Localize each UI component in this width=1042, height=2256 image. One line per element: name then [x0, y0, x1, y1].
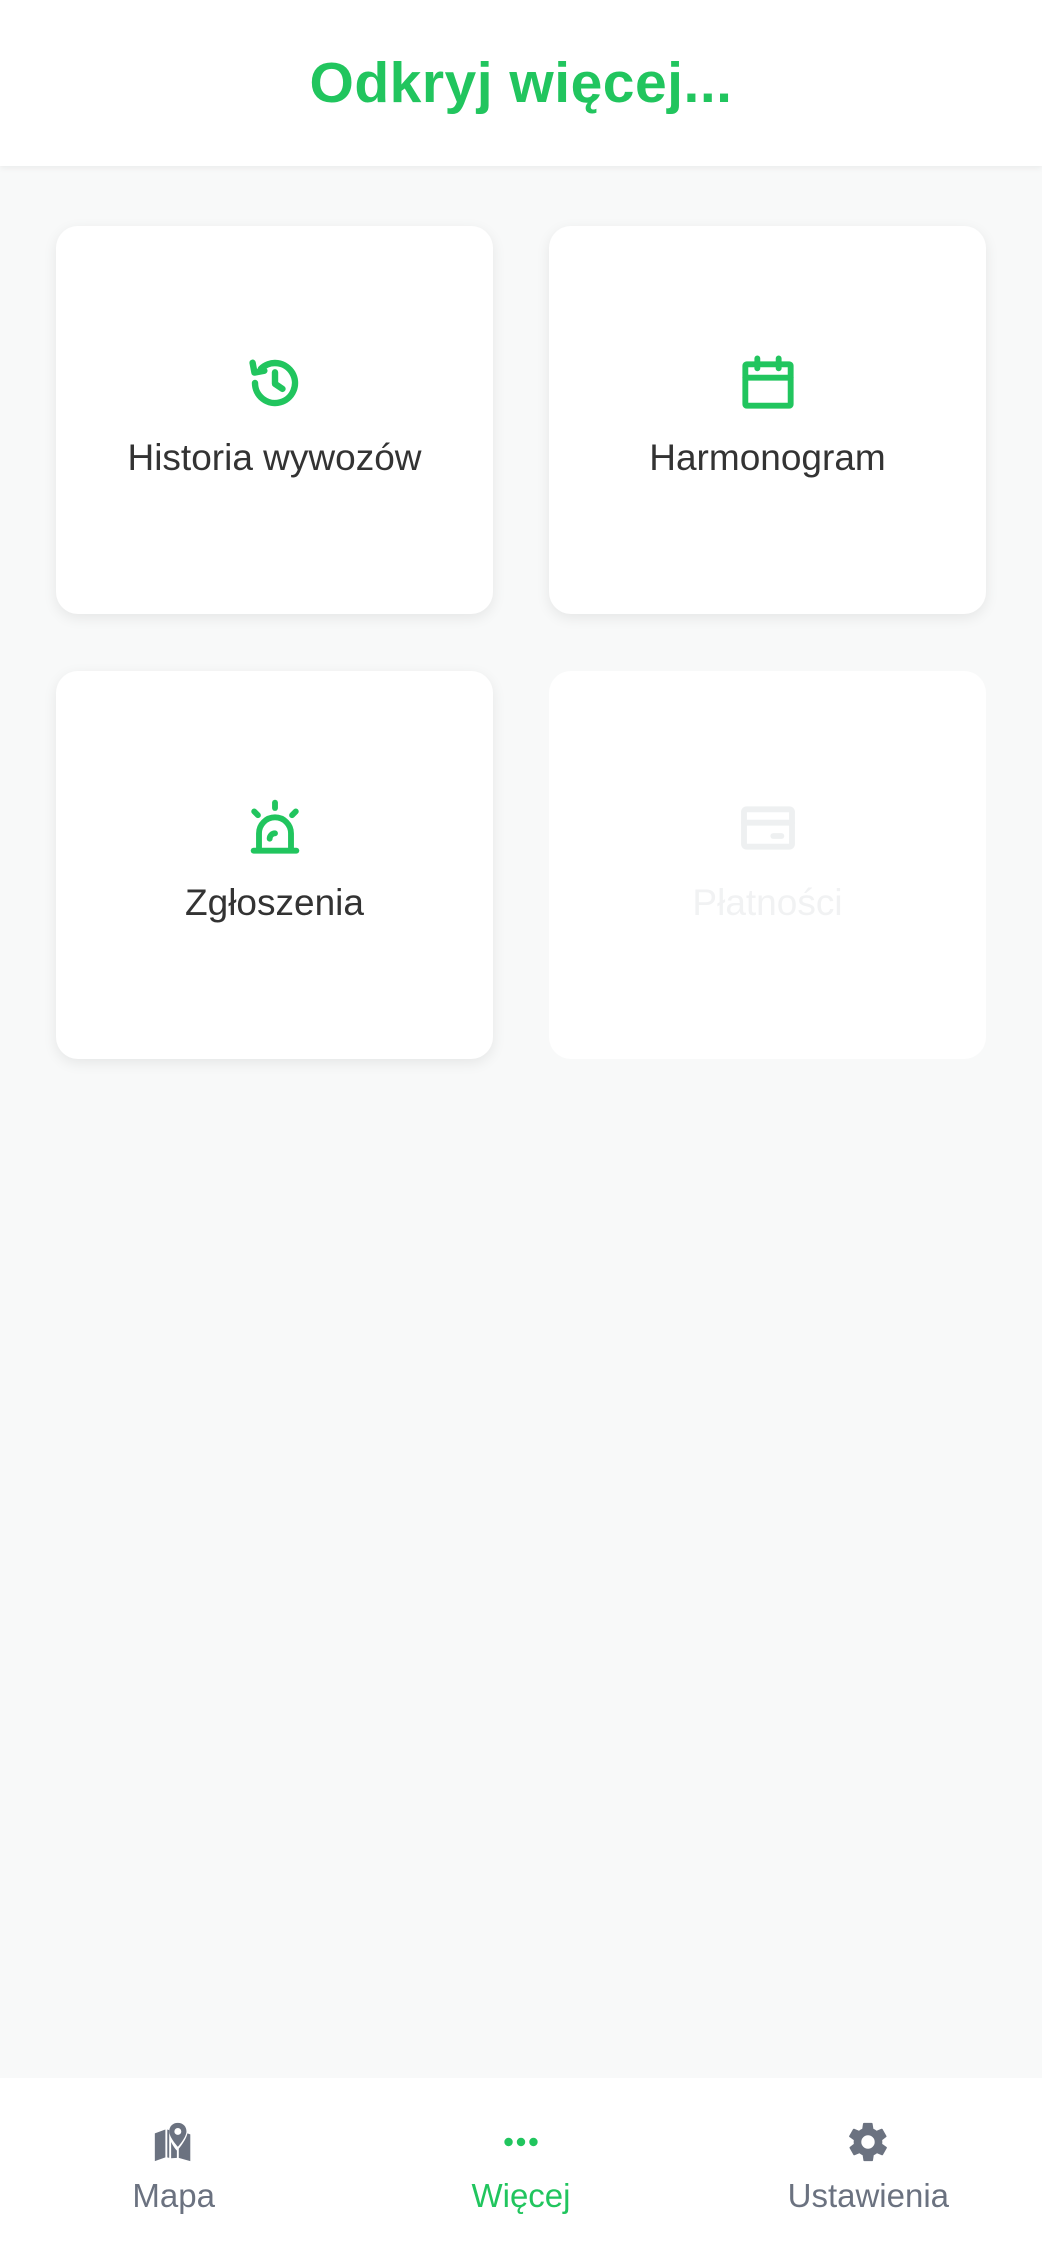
alarm-light-icon: [250, 799, 299, 854]
credit-card-icon: [740, 806, 795, 850]
map-icon: [154, 2122, 190, 2162]
page-title: Odkryj więcej...: [309, 51, 733, 115]
tile-reports[interactable]: Zgłoszenia: [56, 671, 493, 1059]
bottom-navigation: Mapa Więcej Ustawienia: [0, 2078, 1042, 2256]
tile-label: Harmonogram: [649, 437, 886, 478]
tile-label: Historia wywozów: [127, 437, 422, 478]
nav-label: Ustawienia: [787, 2177, 950, 2214]
gear-icon: [849, 2122, 888, 2162]
nav-item-settings[interactable]: Ustawienia: [695, 2078, 1042, 2256]
nav-item-map[interactable]: Mapa: [0, 2078, 347, 2256]
tile-label: Zgłoszenia: [185, 882, 364, 923]
app-header: Odkryj więcej...: [0, 0, 1042, 166]
nav-item-more[interactable]: Więcej: [347, 2078, 694, 2256]
more-dots-icon: [504, 2137, 538, 2147]
nav-label: Mapa: [132, 2177, 215, 2214]
more-screen: Odkryj więcej... Historia wywozów Harmon…: [0, 0, 1042, 2256]
tile-pickup-history[interactable]: Historia wywozów: [56, 226, 493, 614]
calendar-icon: [741, 355, 794, 409]
tile-schedule[interactable]: Harmonogram: [549, 226, 986, 614]
history-icon: [248, 359, 298, 407]
nav-label: Więcej: [471, 2177, 571, 2214]
tile-payments: Płatności: [549, 671, 986, 1059]
tile-label: Płatności: [692, 882, 843, 923]
